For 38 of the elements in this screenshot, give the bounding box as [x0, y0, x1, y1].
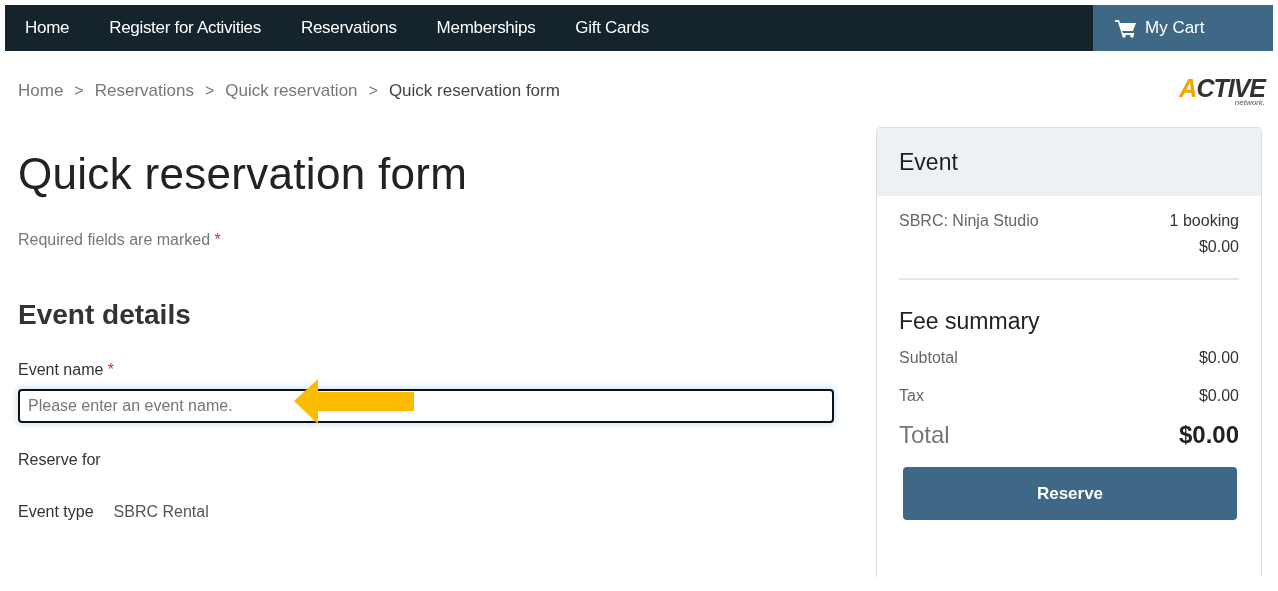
total-amount: $0.00	[1178, 421, 1239, 449]
breadcrumb-separator: >	[368, 82, 378, 100]
fee-amount: $0.00	[1198, 349, 1239, 367]
nav-link[interactable]: Home	[5, 5, 90, 51]
total-label: Total	[899, 421, 950, 449]
field-label: Event type	[18, 503, 94, 521]
page-title: Quick reservation form	[18, 149, 469, 199]
breadcrumb-link[interactable]: Reservations	[94, 81, 194, 101]
breadcrumb-link[interactable]: Home	[18, 81, 64, 101]
nav-link[interactable]: Memberships	[416, 5, 556, 51]
booking-count: 1 booking	[1169, 212, 1239, 230]
item-price: $0.00	[1198, 238, 1239, 256]
event-name-field[interactable]: Please enter an event name.	[18, 389, 834, 423]
fee-amount: $0.00	[1198, 387, 1239, 405]
section-heading: Fee summary	[899, 308, 1041, 335]
nav-link[interactable]: Reservations	[281, 5, 417, 51]
cart-button[interactable]: My Cart	[1093, 5, 1273, 51]
section-heading: Event details	[18, 299, 192, 331]
breadcrumb-separator: >	[74, 82, 84, 100]
required-marker: *	[107, 361, 115, 378]
reserve-button[interactable]: Reserve	[903, 467, 1237, 520]
field-label: Reserve for	[18, 451, 101, 468]
field-label: Event name	[18, 361, 104, 378]
fee-label: Tax	[899, 387, 924, 405]
panel-header: Event	[877, 128, 1261, 196]
breadcrumb-current: Quick reservation form	[388, 81, 560, 101]
breadcrumb-link[interactable]: Quick reservation	[225, 81, 358, 101]
nav-link[interactable]: Register for Activities	[89, 5, 281, 51]
breadcrumb-separator: >	[204, 82, 215, 100]
fee-label: Subtotal	[899, 349, 958, 367]
nav-link[interactable]: Gift Cards	[555, 5, 669, 51]
field-value: SBRC Rental	[113, 503, 209, 521]
required-note: Required fields are marked	[18, 231, 211, 248]
logo-wordmark: ACTIVE	[1179, 75, 1265, 101]
required-marker: *	[214, 231, 221, 248]
event-item-name: SBRC: Ninja Studio	[899, 212, 1039, 231]
logo-tagline: network.	[1234, 98, 1265, 107]
cart-icon	[1115, 18, 1137, 38]
